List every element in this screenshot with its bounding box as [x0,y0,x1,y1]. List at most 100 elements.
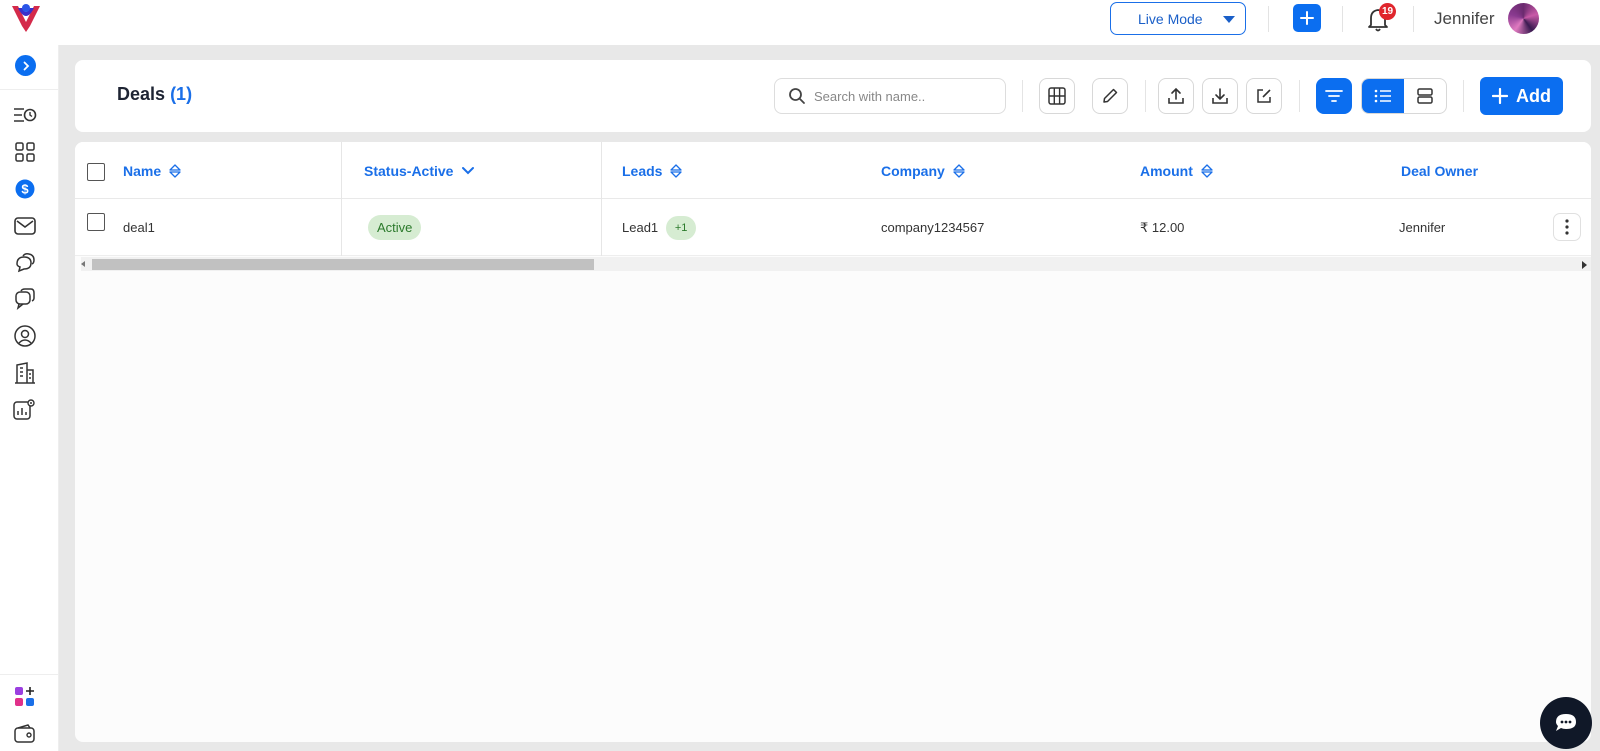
upload-icon [1168,87,1184,104]
sidebar-item-companies[interactable] [13,361,37,385]
select-all-checkbox[interactable] [87,163,105,181]
sidebar-item-contacts[interactable] [13,324,37,348]
filter-button[interactable] [1316,78,1352,114]
leads-cell: Lead1 +1 [622,199,697,256]
divider [1463,80,1464,112]
page-title: Deals (1) [117,84,192,105]
divider [1299,80,1300,112]
add-deal-button[interactable]: Add [1480,77,1563,115]
conversations-icon [16,253,35,273]
sidebar-item-activities[interactable] [13,103,37,127]
view-toggle [1361,78,1447,114]
columns-icon [1048,87,1066,105]
sidebar-item-conversations[interactable] [13,251,37,275]
filter-icon [1325,90,1343,102]
bulk-edit-button[interactable] [1246,78,1282,114]
column-label: Company [881,162,945,179]
caret-down-icon [1223,16,1235,23]
card-view-button[interactable] [1404,79,1446,113]
edit-button[interactable] [1092,78,1128,114]
row-actions-button[interactable] [1553,213,1581,241]
user-name[interactable]: Jennifer [1434,9,1494,29]
sidebar-item-chat[interactable] [13,287,37,311]
deals-dollar-icon: $ [15,179,35,199]
page-header: Deals (1) Search with name.. Add [75,60,1591,132]
edit-box-icon [1257,89,1271,103]
sort-icon [169,163,181,178]
list-icon [1374,89,1391,103]
avatar[interactable] [1508,3,1539,34]
scroll-right-arrow[interactable] [1582,261,1587,269]
top-bar: Live Mode 19 Jennifer [0,0,1600,45]
pencil-icon [1103,88,1118,103]
plus-icon [1492,88,1508,104]
table-header: Name Status-Active Leads Company Amount [75,142,1591,199]
column-label: Status-Active [364,162,454,179]
column-header-amount[interactable]: Amount [1140,142,1213,199]
sidebar-item-apps[interactable] [13,685,37,709]
column-label: Amount [1140,162,1193,179]
search-box[interactable] [774,78,1006,114]
table-row[interactable]: deal1 Active Lead1 +1 company1234567 ₹ 1… [75,199,1591,256]
support-chat-button[interactable] [1540,697,1592,749]
column-header-company[interactable]: Company [881,142,965,199]
owner-cell: Jennifer [1399,220,1446,235]
notifications-button[interactable]: 19 [1366,3,1396,34]
columns-button[interactable] [1039,78,1075,114]
status-badge: Active [368,215,422,240]
sidebar-item-reports[interactable] [13,397,37,421]
more-vertical-icon [1565,219,1569,235]
column-label: Leads [622,162,663,179]
wallet-icon [14,724,35,743]
horizontal-scrollbar[interactable] [81,257,1591,271]
divider [1413,6,1414,32]
column-header-status[interactable]: Status-Active [364,142,475,199]
add-label: Add [1516,85,1551,106]
sidebar-item-wallet[interactable] [13,722,37,746]
list-view-button[interactable] [1362,79,1404,113]
scrollbar-thumb[interactable] [92,259,594,270]
deal-name[interactable]: deal1 [123,199,155,256]
column-header-name[interactable]: Name [123,142,181,199]
search-input[interactable] [814,88,994,104]
lead-name[interactable]: Lead1 [622,220,658,235]
download-icon [1212,88,1228,104]
scroll-left-arrow[interactable] [81,261,85,267]
sidebar-item-mail[interactable] [13,214,37,238]
page-title-text: Deals [117,84,166,104]
brand-logo[interactable] [8,2,44,34]
sort-icon [953,163,965,178]
sort-icon [1201,163,1213,178]
amount-cell: ₹ 12.00 [1140,219,1185,235]
deals-table: Name Status-Active Leads Company Amount [75,142,1591,742]
quick-add-button[interactable] [1293,4,1321,32]
row-checkbox[interactable] [87,213,105,231]
reports-settings-icon [13,399,35,420]
mode-dropdown[interactable]: Live Mode [1110,2,1246,35]
download-button[interactable] [1202,78,1238,114]
column-header-owner[interactable]: Deal Owner [1401,142,1478,199]
divider [1268,6,1269,32]
rows-icon [1417,88,1433,104]
chevron-down-icon [462,166,475,174]
sidebar-item-dashboard[interactable] [13,140,37,164]
svg-text:$: $ [21,182,29,197]
status-cell: Active [368,199,422,256]
apps-add-icon [15,687,34,706]
company-building-icon [15,362,35,384]
column-divider [601,142,602,256]
divider [0,674,59,675]
sidebar-expand-button[interactable] [15,55,36,76]
upload-button[interactable] [1158,78,1194,114]
chevron-right-icon [23,61,29,70]
activity-list-icon [14,108,37,122]
sidebar-item-deals[interactable]: $ [13,177,37,201]
sidebar: $ [0,45,59,751]
company-cell: company1234567 [881,220,985,235]
more-leads-badge[interactable]: +1 [666,215,697,240]
dashboard-grid-icon [15,142,35,162]
column-label: Name [123,162,162,179]
plus-icon [1300,11,1314,25]
column-header-leads[interactable]: Leads [622,142,683,199]
sort-icon [670,163,683,178]
